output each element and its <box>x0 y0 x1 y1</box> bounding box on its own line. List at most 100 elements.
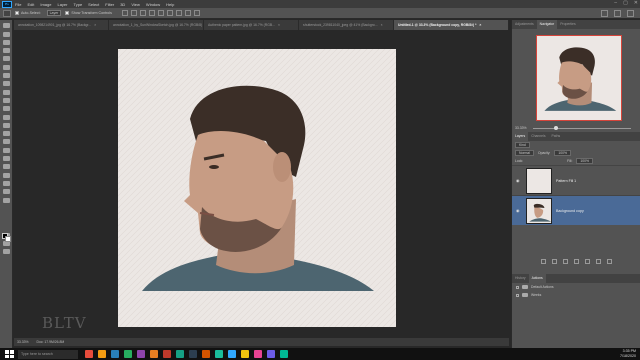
taskbar-app-icon[interactable] <box>227 350 236 358</box>
gradient-tool-icon[interactable] <box>3 131 10 137</box>
taskbar-app-icon[interactable] <box>123 350 132 358</box>
layer-row[interactable]: ◉ Pattern Fill 1 <box>512 165 640 195</box>
zoom-tool-icon[interactable] <box>3 197 10 203</box>
taskbar-app-icon[interactable] <box>84 350 93 358</box>
menu-view[interactable]: View <box>131 2 140 7</box>
taskbar-app-icon[interactable] <box>188 350 197 358</box>
trash-icon[interactable] <box>607 258 612 264</box>
taskbar-app-icon[interactable] <box>201 350 210 358</box>
close-icon[interactable]: × <box>278 23 280 27</box>
quick-select-tool-icon[interactable] <box>3 56 10 62</box>
doc-tab[interactable]: annotation_1_by_SunWindowSketch.jpg @ 16… <box>109 20 204 30</box>
menu-edit[interactable]: Edit <box>27 2 34 7</box>
slider-knob[interactable] <box>554 125 559 130</box>
visibility-eye-icon[interactable]: ◉ <box>516 178 522 183</box>
doc-tab-active[interactable]: Untitled-1 @ 33.3% (Background copy, RGB… <box>394 20 509 30</box>
doc-tab[interactable]: Authenic paper pattern.jpg @ 16.7% (RGB.… <box>204 20 299 30</box>
doc-tab[interactable]: annotation_1098214901_jpg @ 16.7% (Backg… <box>14 20 109 30</box>
move-tool-preset-icon[interactable] <box>3 9 11 17</box>
system-clock[interactable]: 3:35 PM 7/18/2020 <box>620 349 636 359</box>
document-canvas[interactable] <box>118 49 396 327</box>
tab-adjustments[interactable]: Adjustments <box>512 20 537 29</box>
distribute-icon[interactable] <box>193 10 200 16</box>
taskbar-app-icon[interactable] <box>214 350 223 358</box>
mask-icon[interactable] <box>563 258 568 264</box>
menu-window[interactable]: Window <box>146 2 160 7</box>
action-set-row[interactable]: Weeks <box>512 291 640 299</box>
taskbar-app-icon[interactable] <box>279 350 288 358</box>
tab-actions[interactable]: Actions <box>528 274 546 283</box>
lasso-tool-icon[interactable] <box>3 48 10 54</box>
navigator-preview[interactable] <box>536 35 622 121</box>
quick-mask-tool-icon[interactable] <box>3 249 10 255</box>
type-tool-icon[interactable] <box>3 164 10 170</box>
taskbar-app-icon[interactable] <box>162 350 171 358</box>
tab-channels[interactable]: Channels <box>528 132 548 141</box>
action-set-row[interactable]: Default Actions <box>512 283 640 291</box>
auto-select-dropdown[interactable]: Layer <box>46 10 62 16</box>
maximize-icon[interactable]: ▢ <box>623 0 628 6</box>
menu-image[interactable]: Image <box>40 2 51 7</box>
tab-layers[interactable]: Layers <box>512 132 529 141</box>
menu-type[interactable]: Type <box>74 2 83 7</box>
layer-kind-filter[interactable]: Kind <box>515 142 530 148</box>
taskbar-app-icon[interactable] <box>266 350 275 358</box>
path-select-tool-icon[interactable] <box>3 172 10 178</box>
taskbar-app-icon[interactable] <box>110 350 119 358</box>
blur-tool-icon[interactable] <box>3 139 10 145</box>
dodge-tool-icon[interactable] <box>3 147 10 153</box>
menu-layer[interactable]: Layer <box>57 2 67 7</box>
menu-file[interactable]: File <box>15 2 21 7</box>
workspace-icon[interactable] <box>614 10 621 17</box>
blend-mode-dropdown[interactable]: Normal <box>515 150 534 156</box>
menu-select[interactable]: Select <box>88 2 99 7</box>
checkbox-icon[interactable] <box>516 293 519 297</box>
frame-tool-icon[interactable] <box>3 73 10 79</box>
crop-tool-icon[interactable] <box>3 64 10 70</box>
windows-start-icon[interactable] <box>4 349 14 359</box>
artboard-tool-icon[interactable] <box>3 31 10 37</box>
align-top-icon[interactable] <box>121 10 128 16</box>
canvas-area[interactable]: BLTV <box>14 30 509 338</box>
zoom-readout[interactable]: 33.33% <box>17 340 29 344</box>
checkbox-icon[interactable] <box>15 11 19 15</box>
marquee-tool-icon[interactable] <box>3 39 10 45</box>
healing-tool-icon[interactable] <box>3 89 10 95</box>
menu-filter[interactable]: Filter <box>105 2 114 7</box>
move-tool-icon[interactable] <box>3 23 10 29</box>
history-brush-tool-icon[interactable] <box>3 114 10 120</box>
show-transform-checkbox[interactable]: Show Transform Controls <box>65 11 112 15</box>
tab-history[interactable]: History <box>512 274 529 283</box>
taskbar-app-icon[interactable] <box>97 350 106 358</box>
menu-3d[interactable]: 3D <box>120 2 125 7</box>
taskbar-app-icon[interactable] <box>240 350 249 358</box>
tab-navigator[interactable]: Navigator <box>536 20 558 29</box>
eyedropper-tool-icon[interactable] <box>3 81 10 87</box>
auto-select-checkbox[interactable]: Auto-Select: <box>15 11 41 15</box>
eraser-tool-icon[interactable] <box>3 122 10 128</box>
align-right-icon[interactable] <box>166 10 173 16</box>
clone-tool-icon[interactable] <box>3 106 10 112</box>
fill-field[interactable]: 100% <box>576 158 594 164</box>
fx-icon[interactable] <box>552 258 557 264</box>
taskbar-app-icon[interactable] <box>253 350 262 358</box>
taskbar-app-icon[interactable] <box>136 350 145 358</box>
align-bottom-icon[interactable] <box>139 10 146 16</box>
tab-properties[interactable]: Properties <box>557 20 578 29</box>
taskbar-search[interactable]: Type here to search <box>18 349 78 359</box>
brush-tool-icon[interactable] <box>3 97 10 103</box>
folder-icon[interactable] <box>585 258 590 264</box>
visibility-eye-icon[interactable]: ◉ <box>516 208 522 213</box>
doc-tab[interactable]: shutterstock_239811040_jpeg @ 41% (Backg… <box>299 20 394 30</box>
pen-tool-icon[interactable] <box>3 156 10 162</box>
share-icon[interactable] <box>627 10 634 17</box>
align-center-icon[interactable] <box>157 10 164 16</box>
checkbox-icon[interactable] <box>516 285 519 289</box>
close-icon[interactable]: ✕ <box>634 0 638 6</box>
menu-help[interactable]: Help <box>166 2 174 7</box>
layer-row-selected[interactable]: ◉ Background copy <box>512 195 640 225</box>
align-middle-icon[interactable] <box>130 10 137 16</box>
taskbar-app-icon[interactable] <box>175 350 184 358</box>
distribute-icon[interactable] <box>175 10 182 16</box>
new-layer-icon[interactable] <box>596 258 601 264</box>
